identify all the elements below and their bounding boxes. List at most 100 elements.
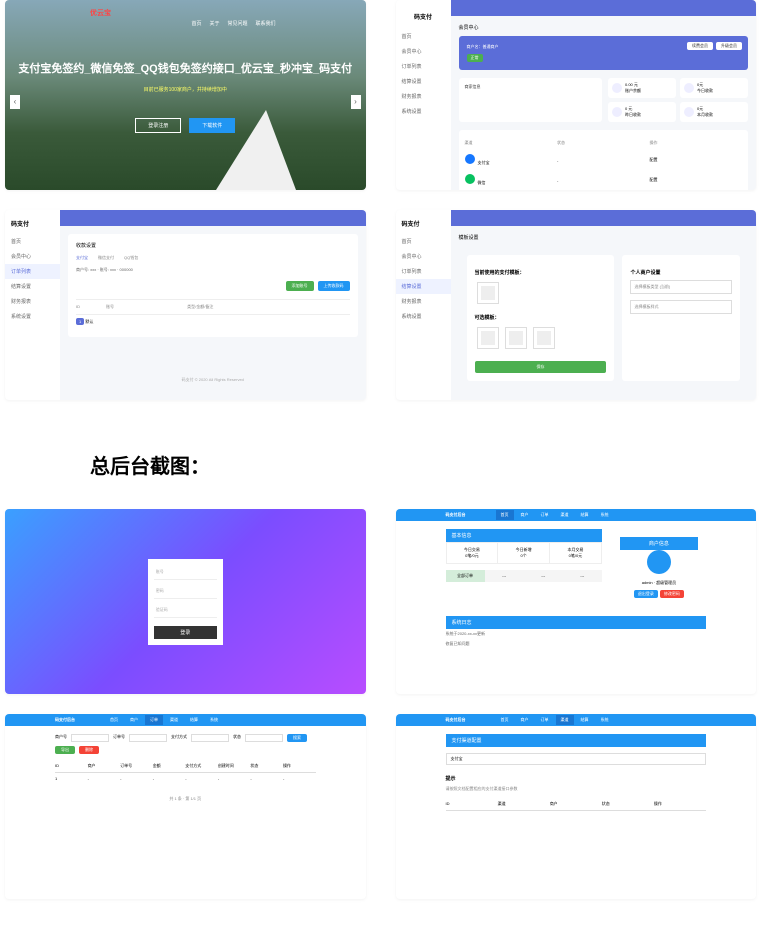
- sidebar-title: 码支付: [396, 12, 451, 21]
- nav-item[interactable]: 渠道: [165, 715, 183, 725]
- config-link[interactable]: 配置: [650, 157, 743, 163]
- template-thumb[interactable]: [477, 282, 499, 304]
- screenshot-admin-dashboard: 码支付后台 首页 商户 订单 渠道 结算 系统 基本信息 今日交易0笔/0元 今…: [396, 509, 757, 694]
- filter-input[interactable]: [245, 734, 283, 742]
- nav-item[interactable]: 系统: [596, 715, 614, 725]
- nav-item[interactable]: 首页: [105, 715, 123, 725]
- logout-button[interactable]: 退出登录: [634, 590, 658, 598]
- panel-title: 基本信息: [446, 529, 602, 542]
- admin-title: 码支付后台: [446, 717, 466, 723]
- nav-item[interactable]: 商户: [516, 715, 534, 725]
- merchant-info: 商家信息: [459, 78, 603, 122]
- sidebar-item[interactable]: 订单列表: [5, 264, 60, 279]
- sidebar-item[interactable]: 系统设置: [396, 309, 451, 324]
- template-thumb[interactable]: [477, 327, 499, 349]
- sidebar-item[interactable]: 首页: [396, 29, 451, 44]
- nav-item[interactable]: 渠道: [556, 510, 574, 520]
- nav-item[interactable]: 订单: [536, 715, 554, 725]
- tab[interactable]: 全部订单: [446, 570, 485, 582]
- tab-qq[interactable]: QQ钱包: [124, 255, 138, 261]
- stat-box: 0.00 元账户余额: [608, 78, 676, 98]
- tab[interactable]: ---: [485, 570, 524, 582]
- config-link[interactable]: 配置: [650, 177, 743, 183]
- export-button[interactable]: 导出: [55, 746, 75, 754]
- admin-topbar: 码支付后台 首页 商户 订单 渠道 结算 系统: [5, 714, 366, 726]
- save-button[interactable]: 保存: [475, 361, 607, 373]
- status-tag: 正常: [467, 54, 483, 62]
- nav-item[interactable]: 关于: [209, 20, 219, 27]
- sidebar-item[interactable]: 首页: [5, 234, 60, 249]
- upload-qr-button[interactable]: 上传收款码: [318, 281, 350, 291]
- section-title: 提示: [446, 775, 707, 782]
- nav-item[interactable]: 首页: [191, 20, 201, 27]
- sidebar-item[interactable]: 订单列表: [396, 264, 451, 279]
- admin-title: 码支付后台: [55, 717, 75, 723]
- sidebar-item[interactable]: 系统设置: [5, 309, 60, 324]
- delete-button[interactable]: 删除: [79, 746, 99, 754]
- nav-item[interactable]: 结算: [576, 715, 594, 725]
- template-thumb[interactable]: [533, 327, 555, 349]
- nav-item[interactable]: 订单: [536, 510, 554, 520]
- sidebar-item[interactable]: 财务报表: [396, 294, 451, 309]
- sidebar-item[interactable]: 结算设置: [396, 279, 451, 294]
- nav-item[interactable]: 结算: [185, 715, 203, 725]
- panel-title: 支付渠道配置: [446, 734, 707, 747]
- tab-alipay[interactable]: 支付宝: [76, 255, 88, 261]
- nav-item[interactable]: 商户: [125, 715, 143, 725]
- sidebar-item[interactable]: 会员中心: [396, 249, 451, 264]
- template-thumb[interactable]: [505, 327, 527, 349]
- password-input[interactable]: 密码: [154, 584, 217, 599]
- carousel-next-icon[interactable]: ›: [351, 95, 361, 109]
- filter-input[interactable]: [71, 734, 109, 742]
- sidebar-item[interactable]: 结算设置: [396, 74, 451, 89]
- nav-item[interactable]: 订单: [145, 715, 163, 725]
- id-badge: 1: [76, 318, 84, 325]
- filter-input[interactable]: [129, 734, 167, 742]
- nav-item[interactable]: 首页: [496, 715, 514, 725]
- pay-tabs: 支付宝 微信支付 QQ钱包: [76, 255, 350, 261]
- nav-item[interactable]: 结算: [576, 510, 594, 520]
- change-pwd-button[interactable]: 修改密码: [660, 590, 684, 598]
- search-button[interactable]: 搜索: [287, 734, 307, 742]
- add-account-button[interactable]: 添加账号: [286, 281, 314, 291]
- stat-box: 0元今日收款: [680, 78, 748, 98]
- sidebar-item[interactable]: 会员中心: [5, 249, 60, 264]
- channel-select[interactable]: 支付宝: [446, 753, 707, 765]
- filter-input[interactable]: [191, 734, 229, 742]
- sidebar-item[interactable]: 订单列表: [396, 59, 451, 74]
- sidebar: 码支付 首页 会员中心 订单列表 结算设置 财务报表 系统设置: [5, 210, 60, 400]
- stat-box: 0 元昨日收款: [608, 102, 676, 122]
- mountain-decoration: [216, 110, 296, 190]
- captcha-input[interactable]: 验证码: [154, 603, 217, 618]
- renew-button[interactable]: 续费会员: [687, 42, 713, 50]
- select-template-type[interactable]: 选择模板类型 (当前): [630, 280, 732, 294]
- screenshot-login: 账号 密码 验证码 登录: [5, 509, 366, 694]
- nav-item[interactable]: 常见问题: [227, 20, 247, 27]
- screenshot-dashboard: 码支付 首页 会员中心 订单列表 结算设置 财务报表 系统设置 会员中心 商户名…: [396, 0, 757, 190]
- sidebar-item[interactable]: 会员中心: [396, 44, 451, 59]
- tab[interactable]: ---: [524, 570, 563, 582]
- sidebar-item[interactable]: 财务报表: [396, 89, 451, 104]
- sidebar-item[interactable]: 系统设置: [396, 104, 451, 119]
- select-template-style[interactable]: 选择模板样式: [630, 300, 732, 314]
- table-row: 微信-配置: [465, 170, 743, 190]
- sidebar-item[interactable]: 首页: [396, 234, 451, 249]
- nav-item[interactable]: 系统: [205, 715, 223, 725]
- tab-wechat[interactable]: 微信支付: [98, 255, 114, 261]
- screenshot-admin-channel: 码支付后台 首页 商户 订单 渠道 结算 系统 支付渠道配置 支付宝 提示 请按…: [396, 714, 757, 899]
- login-button[interactable]: 登录注册: [135, 118, 181, 133]
- sidebar-item[interactable]: 财务报表: [5, 294, 60, 309]
- sidebar: 码支付 首页 会员中心 订单列表 结算设置 财务报表 系统设置: [396, 0, 451, 190]
- screenshot-template: 码支付 首页 会员中心 订单列表 结算设置 财务报表 系统设置 模板设置 当前使…: [396, 210, 757, 400]
- username-input[interactable]: 账号: [154, 565, 217, 580]
- nav-item[interactable]: 系统: [596, 510, 614, 520]
- nav-item[interactable]: 商户: [516, 510, 534, 520]
- nav-item[interactable]: 联系我们: [255, 20, 275, 27]
- sidebar-item[interactable]: 结算设置: [5, 279, 60, 294]
- carousel-prev-icon[interactable]: ‹: [10, 95, 20, 109]
- login-button[interactable]: 登录: [154, 626, 217, 639]
- nav-item[interactable]: 渠道: [556, 715, 574, 725]
- upgrade-button[interactable]: 升级会员: [716, 42, 742, 50]
- tab[interactable]: ---: [563, 570, 602, 582]
- nav-item[interactable]: 首页: [496, 510, 514, 520]
